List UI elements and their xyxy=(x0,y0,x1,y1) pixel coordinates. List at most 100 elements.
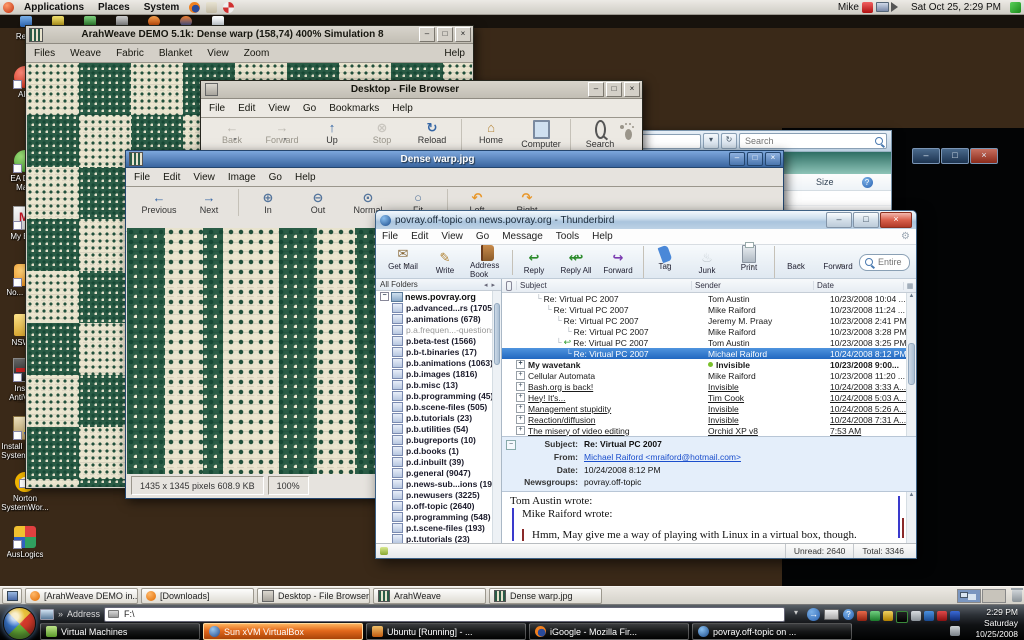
volume-icon[interactable] xyxy=(950,626,960,636)
menu-item[interactable]: File xyxy=(134,172,150,183)
arahweave-titlebar[interactable]: ArahWeave DEMO 5.1k: Dense warp (158,74)… xyxy=(26,26,473,44)
panel-menu[interactable]: Applications xyxy=(17,2,91,13)
window-list-button[interactable]: [ArahWeave DEMO in... xyxy=(25,588,138,604)
message-row[interactable]: + └ ↩ Hey! It's... Tim Cook 10/24/2008 5… xyxy=(502,392,916,403)
menu-item[interactable]: Message xyxy=(502,231,543,242)
toolbar-button[interactable]: Forward xyxy=(257,119,307,153)
image-viewer-titlebar[interactable]: Dense warp.jpg xyxy=(126,151,783,168)
toolbar-button[interactable]: Out xyxy=(293,189,343,216)
toolbar-button[interactable]: Tag xyxy=(643,246,686,278)
toolbar-button[interactable]: Back xyxy=(207,119,257,153)
maximize-icon[interactable] xyxy=(437,27,453,42)
tray-icon[interactable] xyxy=(911,611,921,621)
taskbar-button[interactable]: povray.off-topic on ... xyxy=(692,623,852,640)
size-column-header[interactable]: Size xyxy=(816,177,834,187)
maximize-icon[interactable]: □ xyxy=(853,212,879,228)
quick-search-input[interactable] xyxy=(876,256,904,268)
folder-item[interactable]: p.general (9047) xyxy=(378,467,501,478)
folder-item[interactable]: p.off-topic (2640) xyxy=(378,500,501,511)
toolbar-button[interactable]: Reload xyxy=(407,119,457,153)
message-row[interactable]: + └ ↩ Re: Virtual PC 2007 Michael Raifor… xyxy=(502,348,916,359)
expand-thread-icon[interactable]: + xyxy=(516,360,525,369)
computer-icon[interactable] xyxy=(40,609,54,620)
tray-icon[interactable] xyxy=(950,611,960,621)
firefox-launcher-icon[interactable] xyxy=(189,2,200,13)
distro-logo-icon[interactable] xyxy=(3,2,14,13)
toolbar-button[interactable]: Forward xyxy=(817,246,859,278)
window-list-button[interactable]: Desktop - File Browser xyxy=(257,588,370,604)
toolbar-overflow-icon[interactable] xyxy=(58,609,63,619)
folder-pane-header[interactable]: All Folders ◂ ▸ xyxy=(376,279,501,291)
menu-item[interactable]: Weave xyxy=(70,48,101,59)
close-icon[interactable] xyxy=(455,27,471,42)
help-launcher-icon[interactable] xyxy=(223,2,234,13)
menu-item[interactable]: View xyxy=(207,48,229,59)
runner-icon[interactable] xyxy=(1010,2,1021,13)
expand-thread-icon[interactable]: + xyxy=(516,382,525,391)
toolbar-button[interactable]: Address Book xyxy=(466,245,508,279)
message-row[interactable]: + └ ↩ Reaction/diffusion Invisible 10/24… xyxy=(502,414,916,425)
message-row[interactable]: + └ ↩ Re: Virtual PC 2007 Mike Raiford 1… xyxy=(502,304,916,315)
folder-item[interactable]: p.d.books (1) xyxy=(378,445,501,456)
workspace-2[interactable] xyxy=(982,589,1006,603)
panel-clock[interactable]: Sat Oct 25, 2:29 PM xyxy=(905,2,1007,13)
taskbar-button[interactable]: Ubuntu [Running] - ... xyxy=(366,623,526,640)
panel-menu[interactable]: System xyxy=(137,2,187,13)
tray-icon[interactable] xyxy=(896,611,908,623)
thread-scrollbar[interactable]: ▲ xyxy=(906,293,916,436)
maximize-icon[interactable]: □ xyxy=(941,148,969,164)
menu-item[interactable]: Files xyxy=(34,48,55,59)
minimize-icon[interactable] xyxy=(729,152,745,166)
folder-launcher-icon[interactable] xyxy=(206,2,217,13)
menu-item[interactable]: Fabric xyxy=(116,48,144,59)
folder-item[interactable]: p.a.frequen...-questions xyxy=(378,324,501,335)
address-input[interactable] xyxy=(122,608,781,620)
menu-item[interactable]: Go xyxy=(269,172,282,183)
toolbar-button[interactable]: Junk xyxy=(686,250,728,275)
folder-item[interactable]: p.b.tutorials (23) xyxy=(378,412,501,423)
message-row[interactable]: + └ ↩ Bash.org is back! Invisible 10/24/… xyxy=(502,381,916,392)
trash-icon[interactable] xyxy=(1012,590,1022,602)
menu-item[interactable]: Edit xyxy=(411,231,428,242)
toolbar-button[interactable]: Back xyxy=(774,246,817,278)
folder-item[interactable]: p.beta-test (1566) xyxy=(378,335,501,346)
volume-icon[interactable] xyxy=(891,2,903,12)
menu-item[interactable]: Bookmarks xyxy=(329,103,379,114)
toolbar-button[interactable]: Print xyxy=(728,245,770,279)
minimize-icon[interactable] xyxy=(419,27,435,42)
taskbar-button[interactable]: Sun xVM VirtualBox xyxy=(203,623,363,640)
folder-item[interactable]: p.animations (678) xyxy=(378,313,501,324)
minimize-icon[interactable]: – xyxy=(912,148,940,164)
column-picker-icon[interactable]: ▦ xyxy=(903,282,916,290)
toolbar-button[interactable]: Up xyxy=(307,119,357,153)
start-button[interactable] xyxy=(3,607,36,640)
thunderbird-titlebar[interactable]: povray.off-topic on news.povray.org - Th… xyxy=(376,211,916,229)
sender-column-header[interactable]: Sender xyxy=(691,281,813,290)
menu-item[interactable]: View xyxy=(441,231,463,242)
folder-item[interactable]: p.advanced...rs (1705) xyxy=(378,302,501,313)
tray-icon[interactable] xyxy=(937,611,947,621)
minimize-icon[interactable] xyxy=(588,82,604,97)
toolbar-button[interactable]: Search xyxy=(570,119,625,153)
panel-menu[interactable]: Places xyxy=(91,2,137,13)
network-icon[interactable] xyxy=(876,2,889,12)
menu-item[interactable]: Go xyxy=(303,103,316,114)
menu-item-help[interactable]: Help xyxy=(444,48,465,59)
user-name[interactable]: Mike xyxy=(838,2,859,13)
subject-column-header[interactable]: Subject xyxy=(516,281,691,290)
toolbar-button[interactable]: Computer xyxy=(516,119,566,153)
message-row[interactable]: + └ ↩ Re: Virtual PC 2007 Tom Austin 10/… xyxy=(502,293,916,304)
refresh-icon[interactable]: ↻ xyxy=(721,133,737,149)
expand-thread-icon[interactable]: + xyxy=(516,415,525,424)
toolbar-button[interactable]: Previous xyxy=(134,189,184,216)
account-row[interactable]: − news.povray.org xyxy=(378,291,501,302)
menu-item[interactable]: Zoom xyxy=(244,48,270,59)
explorer-search-input[interactable] xyxy=(743,135,875,147)
next-view-icon[interactable]: ▸ xyxy=(489,281,497,289)
file-browser-titlebar[interactable]: Desktop - File Browser xyxy=(201,81,642,99)
toolbar-button[interactable]: Next xyxy=(184,189,234,216)
menu-item[interactable]: View xyxy=(193,172,215,183)
toolbar-button[interactable]: Forward xyxy=(597,250,639,275)
toolbar-button[interactable]: Write xyxy=(424,250,466,275)
menu-item[interactable]: File xyxy=(382,231,398,242)
